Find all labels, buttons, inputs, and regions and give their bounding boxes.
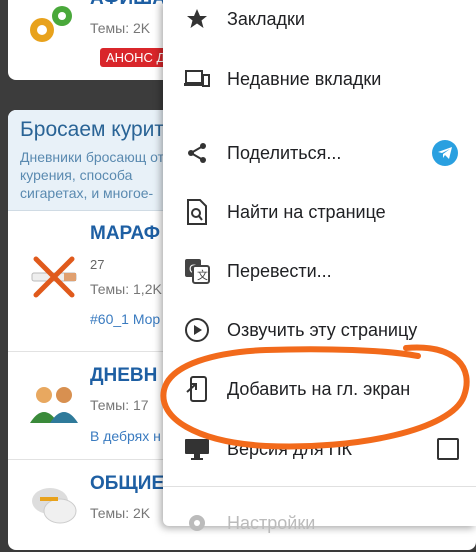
menu-item-label: Добавить на гл. экран — [227, 378, 411, 399]
menu-item-share[interactable]: Поделиться... — [163, 124, 476, 182]
telegram-icon[interactable] — [432, 140, 458, 166]
menu-item-label: Перевести... — [227, 260, 332, 281]
menu-item-desktop-version[interactable]: Версия для ПК — [163, 420, 476, 478]
add-to-home-icon — [183, 375, 211, 403]
menu-item-translate[interactable]: G文 Перевести... — [163, 242, 476, 300]
row-last-topic[interactable]: В дебрях н — [90, 428, 161, 444]
row-title[interactable]: ДНЕВН — [90, 365, 157, 387]
section-title[interactable]: Бросаем курит — [20, 118, 164, 142]
menu-item-label: Поделиться... — [227, 142, 342, 163]
menu-item-add-to-home[interactable]: Добавить на гл. экран — [163, 360, 476, 418]
forum-meta: Темы: 2K — [90, 20, 151, 36]
row-title[interactable]: ОБЩИЕ — [90, 473, 164, 495]
chat-bubbles-icon — [32, 488, 77, 524]
menu-item-label: Найти на странице — [227, 201, 386, 222]
row-meta: Темы: 17 — [90, 397, 149, 413]
desktop-icon — [183, 435, 211, 463]
menu-item-label: Закладки — [227, 8, 305, 29]
announce-badge: АНОНС Д — [100, 48, 172, 67]
menu-item-find-in-page[interactable]: Найти на странице — [163, 183, 476, 241]
row-count: 27 — [90, 257, 105, 272]
gears-icon — [30, 6, 72, 42]
users-icon — [30, 387, 78, 423]
row-meta: Темы: 2K — [90, 505, 151, 521]
menu-item-label: Настройки — [227, 512, 316, 533]
row-meta: Темы: 1,2K — [90, 281, 162, 297]
menu-item-settings[interactable]: Настройки — [163, 494, 476, 552]
menu-item-bookmarks[interactable]: Закладки — [163, 0, 476, 48]
menu-divider — [163, 486, 476, 487]
menu-item-label: Недавние вкладки — [227, 68, 382, 89]
settings-icon — [183, 509, 211, 537]
menu-item-label: Версия для ПК — [227, 438, 353, 459]
section-description: Дневники бросающ от курения, способа сиг… — [20, 149, 164, 201]
play-circle-icon — [183, 316, 211, 344]
menu-item-read-aloud[interactable]: Озвучить эту страницу — [163, 301, 476, 359]
star-icon — [183, 5, 211, 33]
menu-item-label: Озвучить эту страницу — [227, 319, 418, 340]
desktop-version-checkbox[interactable] — [437, 438, 459, 460]
share-icon — [183, 139, 211, 167]
row-title[interactable]: МАРАФ — [90, 223, 160, 245]
no-smoking-icon — [31, 256, 77, 298]
devices-icon — [183, 65, 211, 93]
menu-item-recent-tabs[interactable]: Недавние вкладки — [163, 50, 476, 108]
row-last-topic[interactable]: #60_1 Мор — [90, 311, 160, 327]
find-in-page-icon — [183, 198, 211, 226]
browser-overflow-menu: Закладки Недавние вкладки Поделиться... … — [163, 0, 476, 533]
svg-text:文: 文 — [197, 268, 208, 282]
forum-title[interactable]: АФИША — [90, 0, 166, 10]
translate-icon: G文 — [183, 257, 211, 285]
